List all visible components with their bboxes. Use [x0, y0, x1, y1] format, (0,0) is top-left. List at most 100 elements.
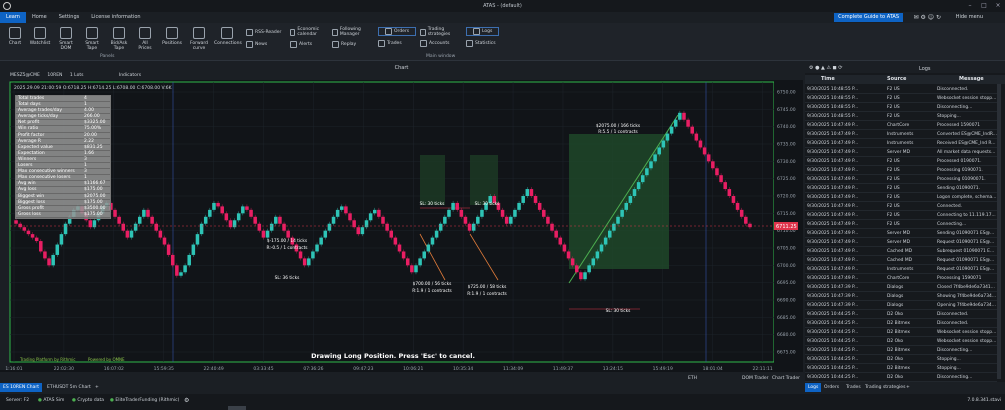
log-row[interactable]: 9/30/2025 10:47:49 P... F2 US Sending 0109…: [805, 184, 997, 194]
log-row[interactable]: 9/30/2025 10:48:55 P... F2 US Disconnected…: [805, 85, 997, 95]
toolbar-icons[interactable]: ✉ ⚙ ☺ ↻: [914, 14, 941, 21]
bid-ask-tape-button[interactable]: Bid/Ask Tape: [108, 27, 130, 51]
log-row[interactable]: 9/30/2025 10:47:49 P... F2 US Connecting..…: [805, 220, 997, 230]
connections-button[interactable]: Connections: [214, 27, 242, 46]
tab-settings[interactable]: Settings: [53, 12, 86, 23]
candle-body: [628, 196, 633, 203]
status-scroll[interactable]: [228, 406, 246, 410]
credit-omne: Powered by OMNE: [88, 357, 125, 362]
candle-body: [241, 206, 245, 214]
tab-eth-chart[interactable]: ETHUSDT 5m Chart: [44, 383, 94, 392]
log-row[interactable]: 9/30/2025 10:47:49 P... F2 US Processing 0…: [805, 175, 997, 185]
trading-strategies-button[interactable]: Trading strategies: [420, 27, 458, 37]
log-row[interactable]: 9/30/2025 10:48:55 P... F2 US Disconnectin…: [805, 103, 997, 113]
minimize-icon[interactable]: –: [963, 0, 977, 12]
log-row[interactable]: 9/30/2025 10:44:25 P... D2 Bitmex Disconne…: [805, 346, 997, 356]
log-row[interactable]: 9/30/2025 10:44:25 P... D2 Oko Disconnecte…: [805, 310, 997, 320]
log-row[interactable]: 9/30/2025 10:48:55 P... F2 US Stopping...: [805, 112, 997, 122]
tab-home[interactable]: Home: [26, 12, 53, 23]
conn-crypto[interactable]: ● Crypto data: [72, 398, 104, 403]
accounts-button[interactable]: Accounts: [420, 40, 450, 47]
logs-button[interactable]: Logs: [466, 27, 500, 36]
add-log-tab-icon[interactable]: +: [903, 383, 913, 392]
price-chart[interactable]: 6750.00 6745.00 6740.00 6735.00 6730.00 6725.…: [0, 80, 803, 382]
news-button[interactable]: News: [246, 41, 267, 48]
server-status[interactable]: Server: F2: [6, 398, 29, 403]
conn-elitetrader[interactable]: ● EliteTraderFunding (Rithmic): [110, 398, 179, 403]
tab-license[interactable]: License information: [85, 12, 146, 23]
log-row[interactable]: 9/30/2025 10:47:49 P... Cached MD Request …: [805, 256, 997, 266]
chart-toolbar: MESZ5@CME 10REN 1 Lots Indicators: [0, 72, 803, 80]
watchlist-button[interactable]: Watchlist: [28, 27, 52, 46]
tab-logs[interactable]: Logs: [805, 383, 822, 392]
log-row[interactable]: 9/30/2025 10:47:49 P... F2 US Connected.: [805, 202, 997, 212]
tab-trading-strategies[interactable]: Trading strategies: [862, 383, 908, 392]
log-row[interactable]: 9/30/2025 10:47:49 P... Server MD Sending …: [805, 229, 997, 239]
smart-tape-button[interactable]: Smart Tape: [82, 27, 102, 51]
trades-button[interactable]: Trades: [378, 40, 402, 47]
replay-button[interactable]: Replay: [332, 41, 356, 48]
candle-body: [673, 119, 678, 127]
log-row[interactable]: 9/30/2025 10:47:49 P... Instruments Receiv…: [805, 139, 997, 149]
log-row[interactable]: 9/30/2025 10:44:25 P... D2 Oko Disconnecti…: [805, 373, 997, 383]
forward-curve-button[interactable]: Forward curve: [188, 27, 210, 51]
tab-es-chart[interactable]: ES 10REN Chart: [0, 383, 42, 392]
log-row[interactable]: 9/30/2025 10:47:49 P... Server MD All mark…: [805, 148, 997, 158]
smart-dom-button[interactable]: Smart DOM: [56, 27, 76, 51]
col-source[interactable]: Source: [887, 75, 906, 84]
tab-trades[interactable]: Trades: [843, 383, 864, 392]
hide-menu-button[interactable]: Hide menu: [956, 14, 983, 20]
col-message[interactable]: Message: [959, 75, 984, 84]
log-row[interactable]: 9/30/2025 10:47:49 P... F2 US Processed 01…: [805, 157, 997, 167]
economic-calendar-button[interactable]: Economic calendar: [290, 27, 326, 37]
log-row[interactable]: 9/30/2025 10:47:49 P... F2 US Processing 0…: [805, 166, 997, 176]
maximize-icon[interactable]: □: [977, 0, 991, 12]
log-row[interactable]: 9/30/2025 10:44:25 P... D2 Bitmex Stopping…: [805, 364, 997, 374]
complete-guide-button[interactable]: Complete Guide to ATAS: [834, 13, 903, 22]
symbol-selector[interactable]: MESZ5@CME: [10, 73, 40, 78]
candle-body: [430, 237, 435, 245]
statistics-button[interactable]: Statistics: [466, 40, 496, 47]
logs-scrollbar[interactable]: [997, 84, 1001, 379]
all-prices-button[interactable]: All Prices: [136, 27, 154, 51]
positions-button[interactable]: Positions: [160, 27, 184, 46]
logs-toolbar-icons[interactable]: ⚙ ● ▲ ⚠ ◼ ⟳: [809, 65, 842, 71]
log-row[interactable]: 9/30/2025 10:47:49 P... ChartCore Processe…: [805, 121, 997, 131]
log-row[interactable]: 9/30/2025 10:47:49 P... ChartCore Processi…: [805, 274, 997, 284]
log-row[interactable]: 9/30/2025 10:47:49 P... F2 US Logon comple…: [805, 193, 997, 203]
col-time[interactable]: Time: [821, 75, 835, 84]
following-manager-button[interactable]: Following Manager: [332, 27, 372, 37]
log-row[interactable]: 9/30/2025 10:48:55 P... F2 US Websocket se…: [805, 94, 997, 104]
log-message: Stopping...: [937, 114, 961, 119]
log-row[interactable]: 9/30/2025 10:44:25 P... D2 Bitmex Disconne…: [805, 319, 997, 329]
chart-button[interactable]: Chart: [4, 27, 26, 46]
stat-label: Biggest win: [18, 193, 45, 199]
conn-atas-sim[interactable]: ● ATAS Sim: [38, 398, 64, 403]
log-row[interactable]: 9/30/2025 10:47:39 P... Dialogs Closed 7f4…: [805, 283, 997, 293]
log-row[interactable]: 9/30/2025 10:44:25 P... D2 Oko Stopping...: [805, 355, 997, 365]
log-row[interactable]: 9/30/2025 10:47:49 P... Instruments Reques…: [805, 265, 997, 275]
log-row[interactable]: 9/30/2025 10:47:49 P... Cached MD Subreque…: [805, 247, 997, 257]
replay-icon: [332, 41, 339, 48]
candle-body: [137, 216, 142, 224]
candle-body: [397, 244, 402, 252]
log-row[interactable]: 9/30/2025 10:44:25 P... D2 Oko Websocket s…: [805, 337, 997, 347]
orders-button[interactable]: Orders: [378, 27, 417, 36]
lots-selector[interactable]: 1 Lots: [70, 73, 84, 78]
close-icon[interactable]: ×: [991, 0, 1005, 12]
log-row[interactable]: 9/30/2025 10:47:49 P... Server MD Request …: [805, 238, 997, 248]
log-row[interactable]: 9/30/2025 10:47:39 P... Dialogs Opening 7f…: [805, 301, 997, 311]
indicators-button[interactable]: Indicators: [119, 73, 141, 78]
log-row[interactable]: 9/30/2025 10:47:49 P... Instruments Conver…: [805, 130, 997, 140]
settings-icon[interactable]: ⚙: [184, 397, 189, 404]
rss-reader-button[interactable]: RSS-Reader: [246, 29, 281, 36]
log-row[interactable]: 9/30/2025 10:47:39 P... Dialogs Showing 7f…: [805, 292, 997, 302]
tab-orders[interactable]: Orders: [821, 383, 842, 392]
log-row[interactable]: 9/30/2025 10:47:49 P... F2 US Connecting t…: [805, 211, 997, 221]
alerts-button[interactable]: Alerts: [290, 41, 312, 48]
tab-learn[interactable]: Learn: [0, 12, 26, 23]
timeframe-selector[interactable]: 10REN: [47, 73, 62, 78]
log-row[interactable]: 9/30/2025 10:44:25 P... D2 Bitmex Websocke…: [805, 328, 997, 338]
add-tab-icon[interactable]: +: [92, 383, 102, 392]
log-message: Stopping...: [937, 357, 961, 362]
